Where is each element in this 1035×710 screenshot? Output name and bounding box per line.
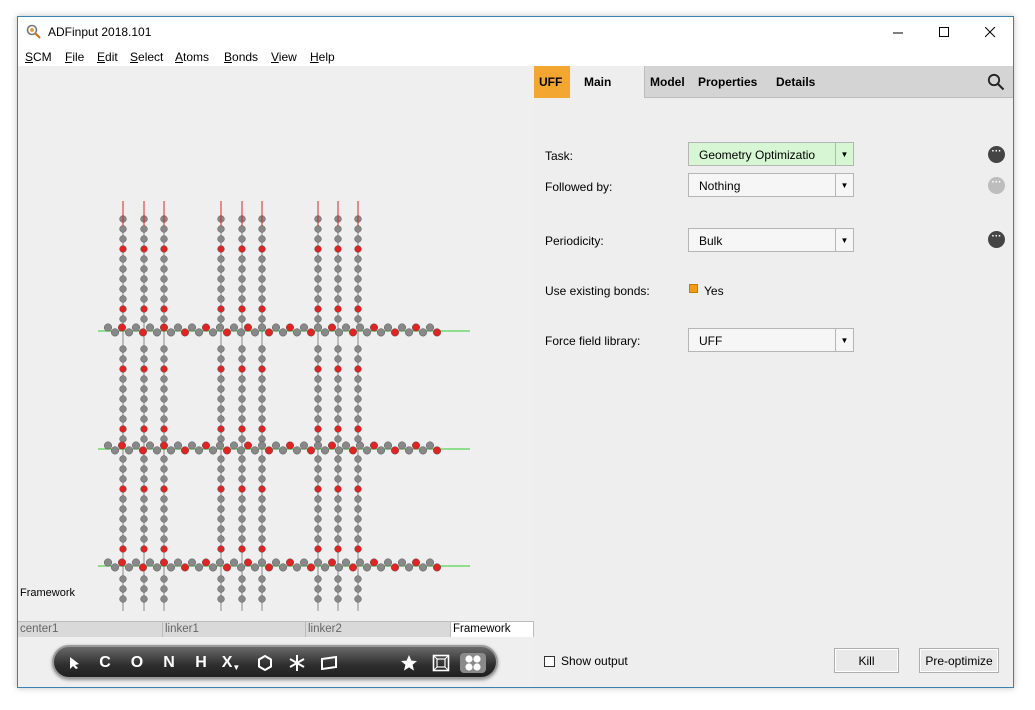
task-value: Geometry Optimizatio bbox=[699, 148, 816, 162]
pre-optimize-button[interactable]: Pre-optimize bbox=[919, 648, 999, 673]
chevron-down-icon: ▼ bbox=[835, 143, 853, 165]
force-field-select[interactable]: UFF ▼ bbox=[688, 328, 854, 352]
molecule-viewer[interactable]: Framework bbox=[18, 66, 534, 622]
task-select[interactable]: Geometry Optimizatio ▼ bbox=[688, 142, 854, 166]
carbon-tool[interactable]: C bbox=[94, 653, 116, 673]
hydrogen-tool[interactable]: H bbox=[190, 653, 212, 673]
tab-model[interactable]: Model bbox=[650, 75, 685, 89]
minimize-button[interactable] bbox=[875, 17, 921, 48]
star-icon[interactable] bbox=[398, 653, 420, 673]
use-existing-bonds-checkbox[interactable] bbox=[689, 284, 698, 293]
show-output-label: Show output bbox=[561, 654, 628, 668]
menu-file[interactable]: File bbox=[65, 50, 84, 64]
followed-by-label: Followed by: bbox=[545, 180, 613, 194]
menu-view[interactable]: View bbox=[271, 50, 297, 64]
chevron-down-icon: ▼ bbox=[232, 662, 241, 672]
chevron-down-icon: ▼ bbox=[835, 174, 853, 196]
engine-tab[interactable]: UFF bbox=[534, 66, 579, 98]
use-existing-bonds-label: Use existing bonds: bbox=[545, 284, 650, 298]
settings-panel: UFF Main Model Properties Details Task: … bbox=[534, 66, 1013, 687]
other-element-tool[interactable]: X ▼ bbox=[217, 653, 245, 673]
editing-toolbar: C O N H X ▼ bbox=[52, 645, 498, 679]
app-window: ADFinput 2018.101 SCM File Edit Select A… bbox=[17, 16, 1014, 688]
periodicity-label: Periodicity: bbox=[545, 234, 604, 248]
periodicity-value: Bulk bbox=[699, 234, 723, 248]
menu-help[interactable]: Help bbox=[310, 50, 335, 64]
task-more-button[interactable]: ··· bbox=[988, 146, 1005, 163]
use-existing-bonds-value: Yes bbox=[704, 284, 724, 298]
kill-button[interactable]: Kill bbox=[834, 648, 899, 673]
tab-linker2[interactable]: linker2 bbox=[306, 622, 451, 638]
pointer-icon[interactable] bbox=[64, 653, 86, 673]
search-icon[interactable] bbox=[987, 73, 1005, 91]
show-output-toggle[interactable]: Show output bbox=[544, 654, 628, 668]
framework-structure[interactable] bbox=[78, 181, 478, 621]
task-label: Task: bbox=[545, 149, 574, 163]
periodicity-more-button[interactable]: ··· bbox=[988, 231, 1005, 248]
plane-icon[interactable] bbox=[318, 653, 340, 673]
close-button[interactable] bbox=[967, 17, 1013, 48]
other-element-label: X bbox=[221, 654, 233, 671]
snowflake-icon[interactable] bbox=[286, 653, 308, 673]
tab-center1[interactable]: center1 bbox=[18, 622, 163, 638]
menu-edit[interactable]: Edit bbox=[97, 50, 118, 64]
periodicity-select[interactable]: Bulk ▼ bbox=[688, 228, 854, 252]
followed-by-value: Nothing bbox=[699, 179, 741, 193]
followed-by-select[interactable]: Nothing ▼ bbox=[688, 173, 854, 197]
menu-select[interactable]: Select bbox=[130, 50, 163, 64]
window-title: ADFinput 2018.101 bbox=[48, 25, 152, 39]
followed-by-more-button: ··· bbox=[988, 177, 1005, 194]
menu-bonds[interactable]: Bonds bbox=[224, 50, 258, 64]
toolbar-area: C O N H X ▼ bbox=[18, 637, 534, 687]
force-field-label: Force field library: bbox=[545, 334, 641, 348]
panel-navigation: UFF Main Model Properties Details bbox=[534, 66, 1013, 98]
chevron-down-icon: ▼ bbox=[835, 329, 853, 351]
tab-framework[interactable]: Framework bbox=[451, 622, 534, 638]
nitrogen-tool[interactable]: N bbox=[158, 653, 180, 673]
tab-linker1[interactable]: linker1 bbox=[163, 622, 306, 638]
hexagon-icon[interactable] bbox=[254, 653, 276, 673]
oxygen-tool[interactable]: O bbox=[126, 653, 148, 673]
show-output-checkbox[interactable] bbox=[544, 656, 555, 668]
menu-atoms[interactable]: Atoms bbox=[175, 50, 209, 64]
molecule-icon[interactable] bbox=[460, 653, 486, 673]
tab-details[interactable]: Details bbox=[776, 75, 815, 89]
menu-scm[interactable]: SCM bbox=[25, 50, 52, 64]
force-field-value: UFF bbox=[699, 334, 723, 348]
chevron-down-icon: ▼ bbox=[835, 229, 853, 251]
region-tabs: center1 linker1 linker2 Framework bbox=[18, 621, 534, 638]
maximize-button[interactable] bbox=[921, 17, 967, 48]
tab-properties[interactable]: Properties bbox=[698, 75, 757, 89]
title-bar: ADFinput 2018.101 bbox=[18, 17, 1013, 48]
menu-bar: SCM File Edit Select Atoms Bonds View He… bbox=[18, 48, 1013, 66]
cube-icon[interactable] bbox=[430, 653, 452, 673]
tab-main[interactable]: Main bbox=[570, 66, 645, 98]
app-logo-icon bbox=[26, 24, 41, 39]
region-label: Framework bbox=[20, 587, 76, 599]
